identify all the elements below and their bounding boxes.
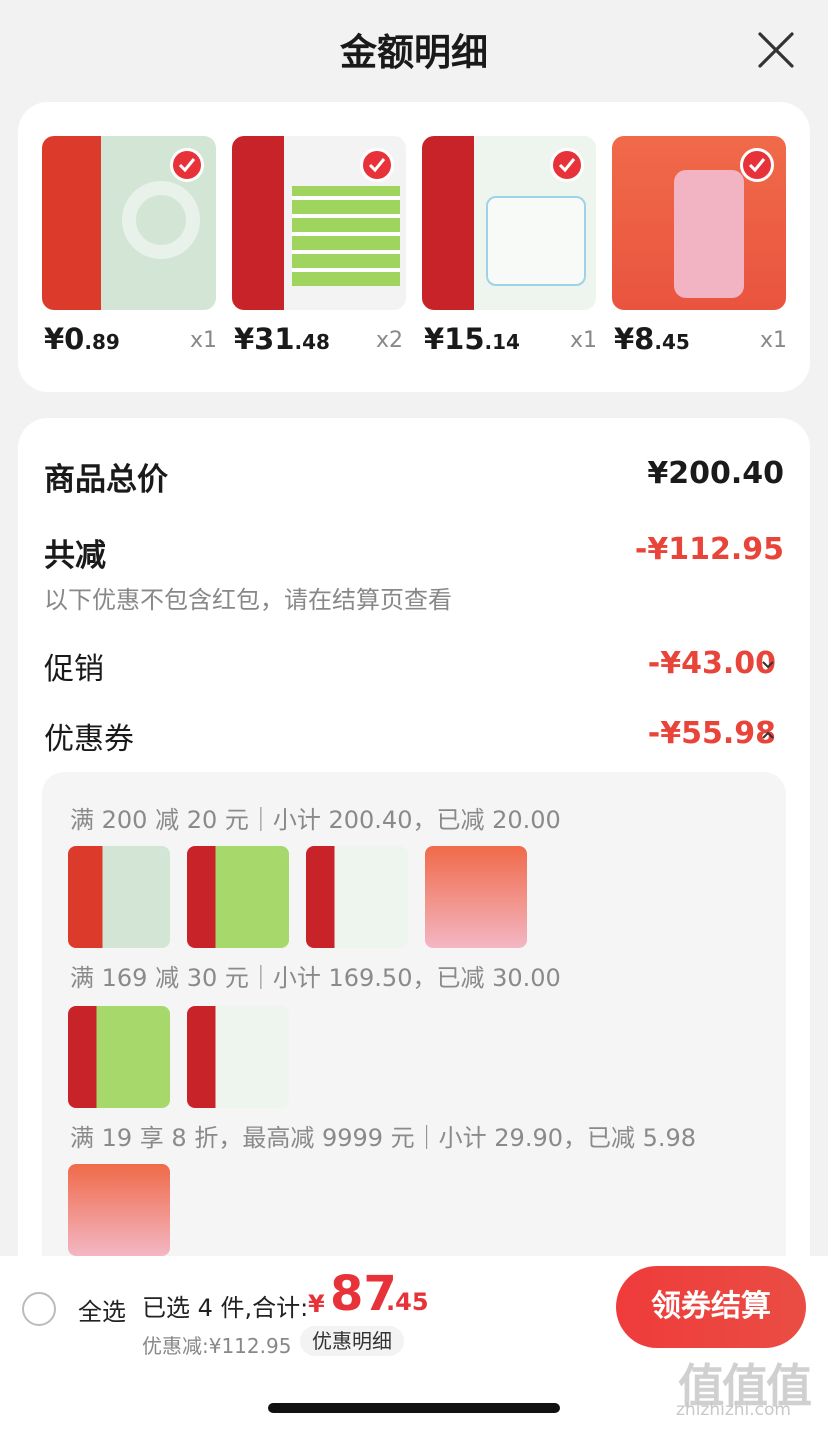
chevron-up-icon[interactable]: [760, 726, 776, 745]
coupon-product-thumbnail: [187, 846, 289, 948]
discount-detail-button[interactable]: 优惠明细: [300, 1326, 404, 1356]
total-value: ¥200.40: [647, 456, 784, 491]
product-quantity: x2: [376, 328, 404, 353]
coupon-row[interactable]: -¥55.98: [648, 716, 776, 751]
product-price: ¥31.48: [234, 322, 330, 356]
product-price: ¥8.45: [614, 322, 690, 356]
coupon-label: 优惠券: [44, 722, 134, 757]
coupon-rule-3: 满 19 享 8 折，最高减 9999 元｜小计 29.90，已减 5.98: [70, 1124, 697, 1152]
product-thumbnail-1[interactable]: [42, 136, 216, 310]
product-quantity: x1: [760, 328, 788, 353]
coupon-value: -¥55.98: [647, 716, 776, 751]
chevron-down-icon[interactable]: [760, 656, 776, 675]
reduced-label: 共减: [44, 538, 106, 574]
promo-row[interactable]: -¥43.00: [648, 646, 776, 681]
close-icon[interactable]: [756, 30, 796, 70]
coupon-rule-2: 满 169 减 30 元｜小计 169.50，已减 30.00: [70, 964, 561, 992]
product-thumbnail-4[interactable]: [612, 136, 786, 310]
home-indicator: [268, 1403, 560, 1413]
promo-label: 促销: [44, 652, 104, 687]
product-thumbnail-3[interactable]: [422, 136, 596, 310]
checkmark-icon[interactable]: [550, 148, 584, 182]
coupon-product-thumbnail: [68, 1006, 170, 1108]
modal-header: 金额明细: [0, 0, 828, 100]
checkout-button[interactable]: 领券结算: [616, 1266, 806, 1348]
coupon-product-thumbnail: [68, 1164, 170, 1256]
coupon-product-thumbnail: [306, 846, 408, 948]
product-quantity: x1: [570, 328, 598, 353]
coupon-product-thumbnail: [68, 846, 170, 948]
product-quantity: x1: [190, 328, 218, 353]
checkmark-icon[interactable]: [740, 148, 774, 182]
watermark-domain: zhizhizhi.com: [676, 1400, 791, 1420]
product-thumbnail-2[interactable]: [232, 136, 406, 310]
product-price: ¥0.89: [44, 322, 120, 356]
total-label: 商品总价: [44, 462, 168, 498]
total-amount-dec: .45: [386, 1288, 429, 1316]
select-all-label[interactable]: 全选: [78, 1292, 126, 1327]
checkmark-icon[interactable]: [170, 148, 204, 182]
reduced-note: 以下优惠不包含红包，请在结算页查看: [44, 586, 452, 614]
selected-info: 已选 4 件,合计:: [142, 1294, 309, 1322]
page-title: 金额明细: [340, 31, 488, 74]
total-currency: ¥: [308, 1290, 325, 1318]
discount-summary: 优惠减:¥112.95: [142, 1334, 292, 1358]
promo-value: -¥43.00: [647, 646, 776, 681]
reduced-value: -¥112.95: [634, 532, 784, 567]
product-price: ¥15.14: [424, 322, 520, 356]
coupon-product-thumbnail: [425, 846, 527, 948]
coupon-rule-1: 满 200 减 20 元｜小计 200.40，已减 20.00: [70, 806, 561, 834]
select-all-radio[interactable]: [22, 1292, 56, 1326]
checkmark-icon[interactable]: [360, 148, 394, 182]
coupon-product-thumbnail: [187, 1006, 289, 1108]
